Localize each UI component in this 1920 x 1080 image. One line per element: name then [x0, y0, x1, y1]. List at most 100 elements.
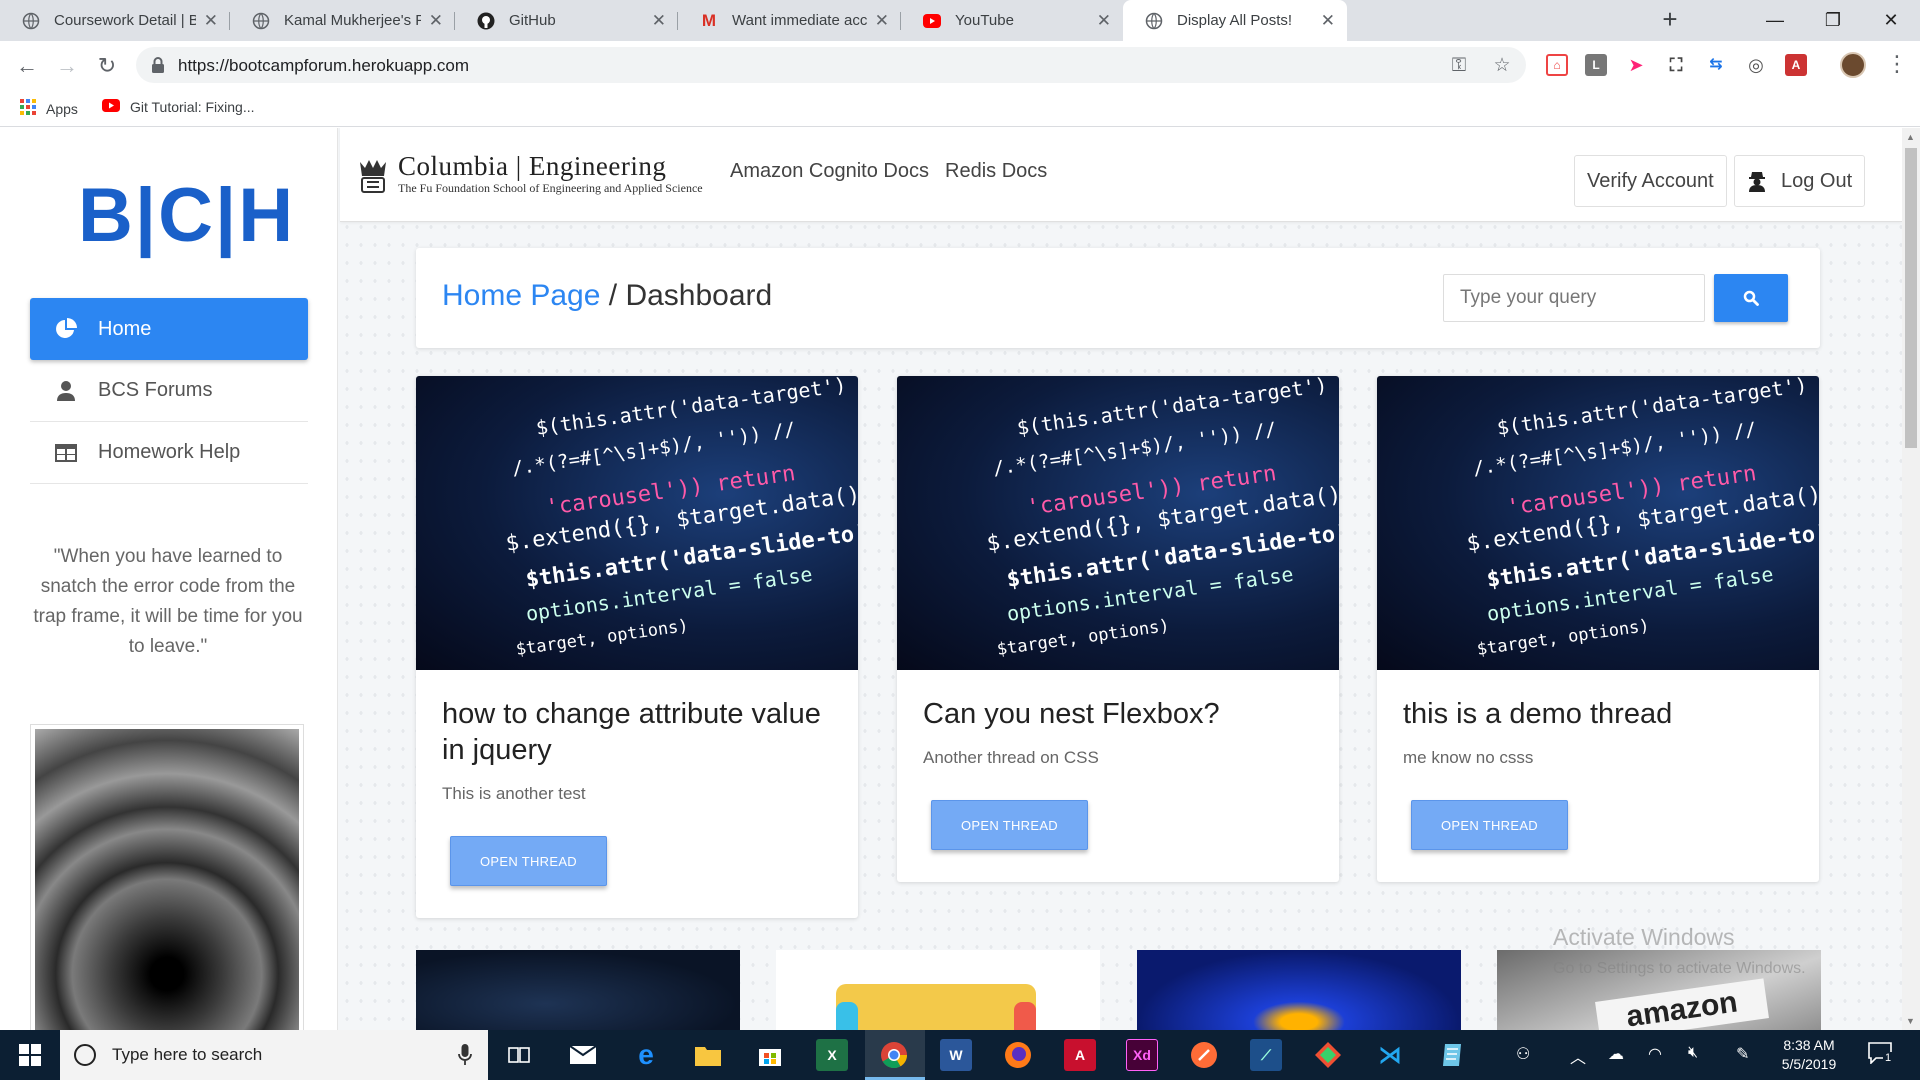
tab-github[interactable]: GitHub ✕ [455, 0, 678, 41]
taskbar-search-placeholder: Type here to search [112, 1045, 263, 1064]
key-icon[interactable]: ⚿ [1449, 56, 1469, 76]
close-tab-icon[interactable]: ✕ [875, 11, 889, 31]
taskbar-search[interactable]: Type here to search [60, 1030, 488, 1080]
profile-avatar[interactable] [1840, 52, 1866, 78]
verify-account-button[interactable]: Verify Account [1574, 155, 1727, 207]
close-window-icon[interactable]: ✕ [1862, 0, 1920, 41]
notification-count-badge: 1 [1883, 1052, 1894, 1064]
minimize-icon[interactable]: — [1746, 0, 1804, 41]
close-tab-icon[interactable]: ✕ [1321, 11, 1335, 31]
taskbar-clock[interactable]: 8:38 AM 5/5/2019 [1774, 1036, 1844, 1074]
bookmarks-bar: Apps Git Tutorial: Fixing... [0, 90, 1920, 127]
log-out-button[interactable]: Log Out [1734, 155, 1866, 207]
notepad-icon[interactable] [1436, 1039, 1468, 1071]
bookmark-apps[interactable]: Apps [20, 99, 78, 118]
microphone-icon[interactable] [458, 1044, 472, 1071]
firefox-icon[interactable] [1002, 1039, 1034, 1071]
pocket-extension-icon[interactable]: ⌂ [1546, 54, 1568, 76]
open-thread-button[interactable]: OPEN THREAD [450, 836, 607, 886]
tab-display-all-posts[interactable]: Display All Posts! ✕ [1123, 0, 1347, 41]
mail-icon[interactable] [567, 1039, 599, 1071]
vscode-icon[interactable]: ⋊ [1374, 1039, 1406, 1071]
maximize-icon[interactable]: ❐ [1804, 0, 1862, 41]
brand-logo[interactable]: B|C|H [78, 172, 295, 259]
store-icon[interactable] [754, 1039, 786, 1071]
globe-icon [22, 12, 40, 30]
space-thumbnail-image [416, 950, 740, 1030]
task-view-icon[interactable] [503, 1039, 535, 1071]
sidebar-quote: "When you have learned to snatch the err… [33, 546, 303, 657]
new-tab-button[interactable]: + [1655, 4, 1685, 36]
verify-account-label: Verify Account [1587, 169, 1714, 192]
circle-extension-icon[interactable]: ◎ [1745, 54, 1767, 76]
search-button[interactable] [1714, 274, 1788, 322]
sidebar-item-label: Home [98, 317, 152, 340]
close-tab-icon[interactable]: ✕ [204, 11, 218, 31]
windows-taskbar: Type here to search e X W A Xd ⟋ ⋊ ⚇ ︿ ☁… [0, 1030, 1920, 1080]
columbia-engineering-logo[interactable]: Columbia | Engineering The Fu Foundation… [356, 152, 703, 196]
chevron-up-icon[interactable]: ︿ [1570, 1044, 1586, 1068]
thread-description: This is another test [442, 784, 586, 803]
gitkraken-icon[interactable] [1312, 1039, 1344, 1071]
nav-link-amazon-cognito-docs[interactable]: Amazon Cognito Docs [730, 160, 929, 183]
tab-title: Kamal Mukherjee's Portfolio [284, 12, 421, 29]
l-extension-icon[interactable]: L [1585, 54, 1607, 76]
scrollbar-thumb[interactable] [1905, 148, 1917, 448]
sidebar-item-home[interactable]: Home [30, 298, 308, 360]
onedrive-cloud-icon[interactable]: ☁ [1608, 1044, 1624, 1064]
sidebar-item-bcs-forums[interactable]: BCS Forums [30, 360, 308, 422]
lock-icon [150, 56, 166, 74]
open-thread-button[interactable]: OPEN THREAD [1411, 800, 1568, 850]
red-arrow-extension-icon[interactable]: ➤ [1625, 54, 1647, 76]
tab-coursework[interactable]: Coursework Detail | Bootcam ✕ [0, 0, 230, 41]
breadcrumb-home-link[interactable]: Home Page [442, 279, 600, 312]
adobe-xd-icon[interactable]: Xd [1126, 1039, 1158, 1071]
scroll-down-icon[interactable]: ▼ [1906, 1016, 1915, 1026]
volume-muted-icon[interactable]: 🔇︎ [1688, 1044, 1698, 1062]
logo-title: Columbia | Engineering [398, 151, 667, 181]
wifi-icon[interactable]: ◠ [1648, 1044, 1662, 1064]
pen-icon[interactable]: ✎ [1736, 1044, 1749, 1064]
pdf-extension-icon[interactable]: A [1785, 54, 1807, 76]
nav-link-redis-docs[interactable]: Redis Docs [945, 160, 1047, 183]
reload-icon[interactable]: ↻ [92, 51, 122, 81]
star-icon[interactable]: ☆ [1492, 56, 1512, 76]
binary-thumbnail-image [1137, 950, 1461, 1030]
bookmark-git-tutorial[interactable]: Git Tutorial: Fixing... [102, 99, 254, 115]
tab-gmail[interactable]: M Want immediate access to in ✕ [678, 0, 901, 41]
open-thread-button[interactable]: OPEN THREAD [931, 800, 1088, 850]
forward-arrow-icon[interactable]: → [52, 51, 82, 81]
address-bar[interactable]: https://bootcampforum.herokuapp.com ⚿ ☆ [136, 47, 1526, 83]
tab-title: Coursework Detail | Bootcam [54, 12, 196, 29]
bookmark-label: Apps [46, 100, 78, 117]
word-icon[interactable]: W [940, 1039, 972, 1071]
postman-icon[interactable] [1188, 1039, 1220, 1071]
file-explorer-icon[interactable] [692, 1039, 724, 1071]
edge-icon[interactable]: e [630, 1039, 662, 1071]
chrome-icon[interactable] [878, 1039, 910, 1071]
tab-title: GitHub [509, 12, 556, 29]
sidebar-item-homework-help[interactable]: Homework Help [30, 422, 308, 484]
screenshot-extension-icon[interactable]: ⛶ [1665, 54, 1687, 76]
user-secret-icon [1747, 170, 1767, 192]
people-icon[interactable]: ⚇ [1516, 1044, 1530, 1064]
search-input[interactable] [1443, 274, 1705, 322]
close-tab-icon[interactable]: ✕ [429, 11, 443, 31]
log-out-label: Log Out [1781, 169, 1853, 192]
menu-kebab-icon[interactable]: ⋮ [1886, 51, 1908, 77]
sql-server-icon[interactable]: ⟋ [1250, 1039, 1282, 1071]
scroll-up-icon[interactable]: ▲ [1906, 132, 1915, 142]
acrobat-icon[interactable]: A [1064, 1039, 1096, 1071]
tab-portfolio[interactable]: Kamal Mukherjee's Portfolio ✕ [230, 0, 455, 41]
close-tab-icon[interactable]: ✕ [1097, 11, 1111, 31]
pie-chart-icon [52, 317, 80, 341]
tab-youtube[interactable]: YouTube ✕ [901, 0, 1123, 41]
dashboard-header: Home Page / Dashboard [416, 248, 1820, 348]
back-arrow-icon[interactable]: ← [12, 51, 42, 81]
windows-start-icon[interactable] [0, 1030, 60, 1080]
swap-extension-icon[interactable]: ⇆ [1705, 54, 1727, 76]
close-tab-icon[interactable]: ✕ [652, 11, 666, 31]
excel-icon[interactable]: X [816, 1039, 848, 1071]
action-center-icon[interactable]: 1 [1868, 1042, 1894, 1066]
page-scrollbar[interactable]: ▲ ▼ [1902, 128, 1920, 1030]
